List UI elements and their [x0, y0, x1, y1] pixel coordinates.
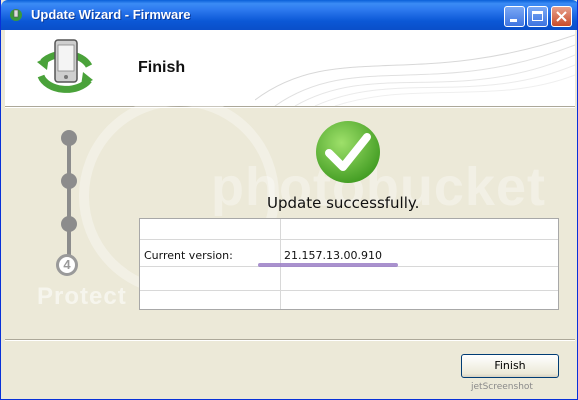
status-message: Update successfully. [267, 194, 420, 212]
close-button[interactable] [551, 6, 572, 27]
header-divider [5, 106, 575, 108]
window-title: Update Wizard - Firmware [31, 7, 191, 22]
step-dot [61, 173, 77, 189]
wizard-header: Finish [5, 30, 575, 106]
corner-watermark: jetScreenshot [471, 382, 533, 392]
protect-watermark: Protect [37, 283, 127, 310]
step-dot [61, 216, 77, 232]
current-version-label: Current version: [144, 249, 233, 262]
header-decoration [255, 34, 575, 106]
maximize-button[interactable] [527, 6, 548, 27]
step-track [67, 138, 71, 270]
current-version-value: 21.157.13.00.910 [284, 249, 382, 262]
app-icon [10, 9, 22, 21]
highlight-underline [258, 263, 398, 267]
minimize-button[interactable] [504, 6, 525, 27]
step-dot [61, 130, 77, 146]
success-check-icon [316, 121, 380, 183]
title-bar[interactable]: Update Wizard - Firmware [1, 0, 577, 30]
page-title: Finish [138, 59, 186, 76]
info-table: Current version: 21.157.13.00.910 [139, 218, 559, 310]
wizard-window: Update Wizard - Firmware Finish photobuc… [0, 0, 578, 400]
step-indicator: 4 [55, 130, 83, 280]
phone-update-icon [37, 39, 93, 93]
step-current: 4 [56, 254, 78, 276]
close-icon [556, 11, 567, 22]
finish-button[interactable]: Finish [461, 354, 559, 378]
footer-divider [5, 339, 575, 341]
table-divider [140, 239, 558, 240]
table-divider [140, 290, 558, 291]
